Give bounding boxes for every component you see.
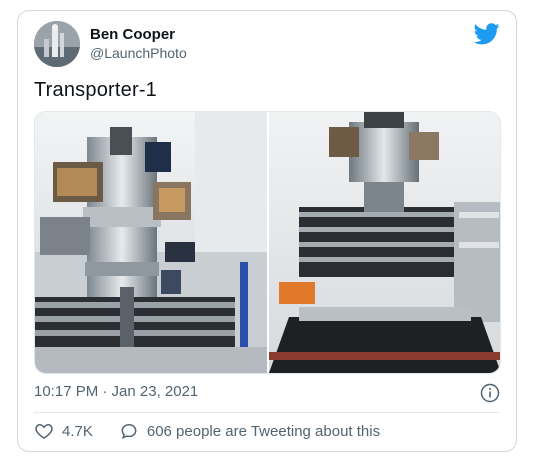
divider xyxy=(34,412,500,413)
avatar-image xyxy=(34,21,80,67)
tweet-timestamp[interactable]: 10:17 PM · Jan 23, 2021 xyxy=(34,383,198,400)
author-handle[interactable]: @LaunchPhoto xyxy=(90,45,187,61)
photo-right[interactable] xyxy=(268,112,500,373)
heart-icon xyxy=(35,423,53,439)
speech-bubble-icon xyxy=(121,423,137,440)
tweet-text: Transporter-1 xyxy=(34,79,158,101)
like-button[interactable]: 4.7K xyxy=(34,421,93,441)
conversation-text: 606 people are Tweeting about this xyxy=(146,422,381,440)
conversation-link[interactable]: 606 people are Tweeting about this xyxy=(119,421,380,441)
tweet-card[interactable]: Ben Cooper @LaunchPhoto Transporter-1 10… xyxy=(17,10,517,452)
avatar[interactable] xyxy=(34,21,80,67)
satellite-stack-photo-left xyxy=(35,112,267,373)
tweet-actions: 4.7K 606 people are Tweeting about this xyxy=(34,421,380,441)
like-count: 4.7K xyxy=(62,422,93,440)
author-name[interactable]: Ben Cooper xyxy=(90,26,175,43)
info-icon[interactable] xyxy=(480,383,500,403)
tweet-media[interactable] xyxy=(34,111,501,374)
twitter-bird-icon[interactable] xyxy=(474,23,500,45)
photo-left[interactable] xyxy=(35,112,267,373)
satellite-stack-photo-right xyxy=(268,112,500,373)
